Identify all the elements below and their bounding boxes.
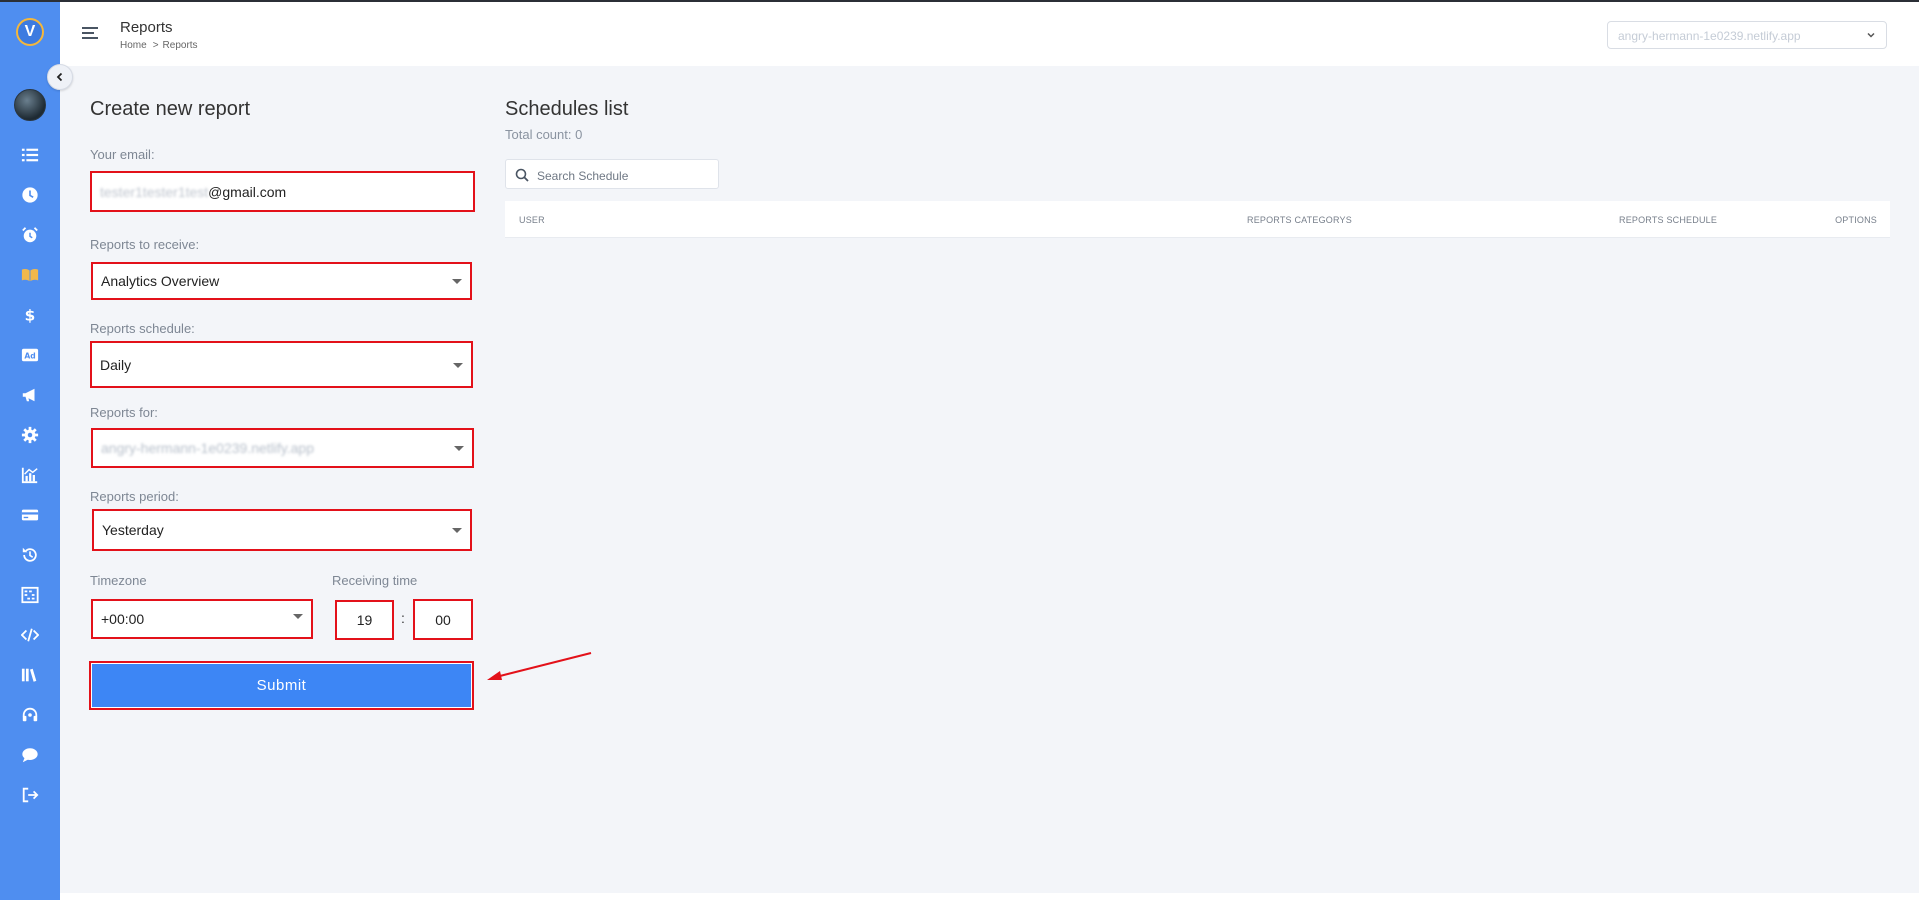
gear-icon[interactable] (20, 425, 40, 445)
alarm-clock-icon[interactable] (20, 225, 40, 245)
breadcrumb: Home > Reports (120, 40, 198, 51)
dollar-icon[interactable]: $ (20, 305, 40, 325)
email-label: Your email: (90, 147, 155, 162)
ad-icon[interactable]: Ad (20, 345, 40, 365)
footer-strip (60, 893, 1919, 900)
caret-down-icon (293, 614, 303, 619)
breadcrumb-home[interactable]: Home (120, 40, 147, 51)
timezone-label: Timezone (90, 573, 147, 588)
breadcrumb-separator: > (152, 40, 159, 51)
column-header-reports-schedule[interactable]: REPORTS SCHEDULE (1619, 215, 1717, 225)
form-title: Create new report (90, 98, 251, 120)
chevron-left-icon (56, 72, 63, 82)
megaphone-icon[interactable] (20, 385, 40, 405)
email-field[interactable]: tester1tester1test@gmail.com (90, 171, 475, 212)
column-header-options[interactable]: OPTIONS (1835, 215, 1877, 225)
caret-down-icon (452, 528, 462, 533)
reports-period-label: Reports period: (90, 489, 179, 504)
reports-schedule-value: Daily (100, 356, 132, 373)
caret-down-icon (453, 362, 463, 368)
reports-for-label: Reports for: (90, 405, 158, 420)
sidebar: V $ Ad (0, 2, 60, 900)
submit-button-label: Submit (92, 664, 471, 707)
avatar[interactable] (14, 89, 46, 121)
top-header: Reports Home > Reports angry-hermann-1e023… (60, 2, 1919, 66)
svg-text:$: $ (25, 306, 36, 324)
page-title: Reports (120, 19, 173, 36)
clock-icon[interactable] (20, 185, 40, 205)
list-icon[interactable] (20, 145, 40, 165)
search-icon (515, 168, 529, 182)
email-value: tester1tester1test@gmail.com (100, 184, 286, 200)
receiving-minute-value: 00 (435, 611, 451, 628)
caret-down-icon (454, 446, 464, 451)
column-header-user[interactable]: USER (519, 215, 545, 225)
search-placeholder: Search Schedule (537, 169, 629, 183)
reports-to-receive-label: Reports to receive: (90, 237, 200, 252)
email-value-suffix: @gmail.com (208, 183, 287, 200)
code-icon[interactable] (20, 625, 40, 645)
app-logo[interactable]: V (16, 18, 44, 46)
email-value-prefix: tester1tester1test (100, 183, 209, 200)
breadcrumb-current: Reports (162, 40, 198, 51)
abacus-icon[interactable] (20, 585, 40, 605)
library-icon[interactable] (20, 665, 40, 685)
book-open-icon[interactable] (20, 265, 40, 285)
reports-period-select[interactable]: Yesterday (92, 509, 472, 551)
reports-schedule-label: Reports schedule: (90, 321, 195, 336)
chat-icon[interactable] (20, 745, 40, 765)
total-count: Total count: 0 (505, 127, 583, 142)
site-select-value: angry-hermann-1e0239.netlify.app (1618, 29, 1801, 43)
reports-to-receive-select[interactable]: Analytics Overview (91, 262, 472, 300)
svg-text:Ad: Ad (24, 352, 35, 361)
logo-letter: V (24, 23, 36, 40)
caret-down-icon (452, 279, 462, 284)
submit-button[interactable]: Submit (89, 661, 474, 710)
history-icon[interactable] (20, 545, 40, 565)
timezone-value: +00:00 (101, 611, 145, 627)
receiving-minute-input[interactable]: 00 (413, 599, 473, 640)
credit-card-icon[interactable] (20, 505, 40, 525)
search-schedule-input[interactable]: Search Schedule (505, 159, 719, 189)
receiving-hour-input[interactable]: 19 (335, 600, 394, 640)
reports-to-receive-value: Analytics Overview (101, 273, 220, 289)
collapse-sidebar-button[interactable] (47, 64, 73, 90)
column-header-reports-categorys[interactable]: REPORTS CATEGORYS (1247, 215, 1352, 225)
schedules-table-header: USER REPORTS CATEGORYS REPORTS SCHEDULE … (505, 201, 1890, 238)
timezone-select[interactable]: +00:00 (91, 599, 313, 639)
hamburger-menu-icon[interactable] (82, 27, 98, 39)
schedules-title: Schedules list (505, 98, 629, 120)
annotation-arrow-icon (487, 652, 592, 680)
headset-icon[interactable] (20, 705, 40, 725)
reports-for-select[interactable]: angry-hermann-1e0239.netlify.app (91, 428, 474, 468)
receiving-time-label: Receiving time (332, 573, 418, 588)
logout-icon[interactable] (20, 785, 40, 805)
chart-icon[interactable] (20, 465, 40, 485)
receiving-hour-value: 19 (356, 612, 373, 628)
chevron-down-icon (1867, 32, 1875, 38)
reports-period-value: Yesterday (102, 522, 164, 538)
site-select[interactable]: angry-hermann-1e0239.netlify.app (1607, 21, 1887, 49)
reports-for-value: angry-hermann-1e0239.netlify.app (101, 440, 314, 456)
time-separator: : (401, 610, 405, 626)
reports-schedule-select[interactable]: Daily (90, 341, 473, 388)
